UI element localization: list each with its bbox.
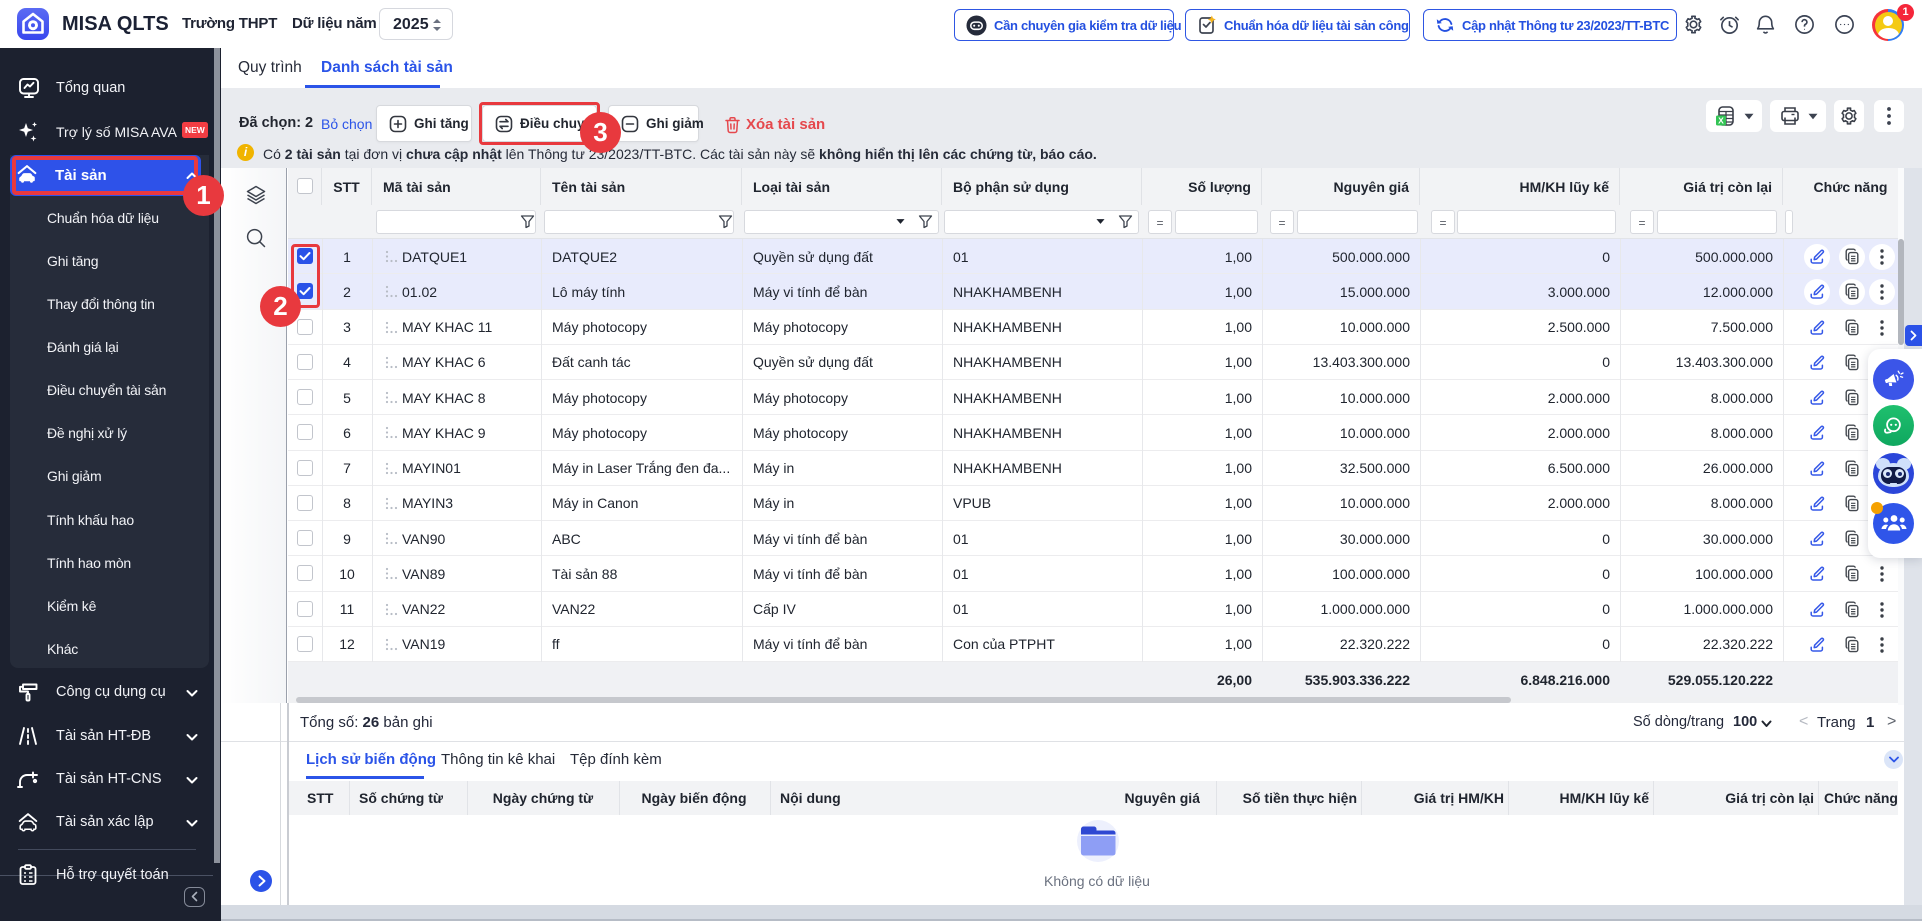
svg-text:X: X <box>1718 115 1724 125</box>
